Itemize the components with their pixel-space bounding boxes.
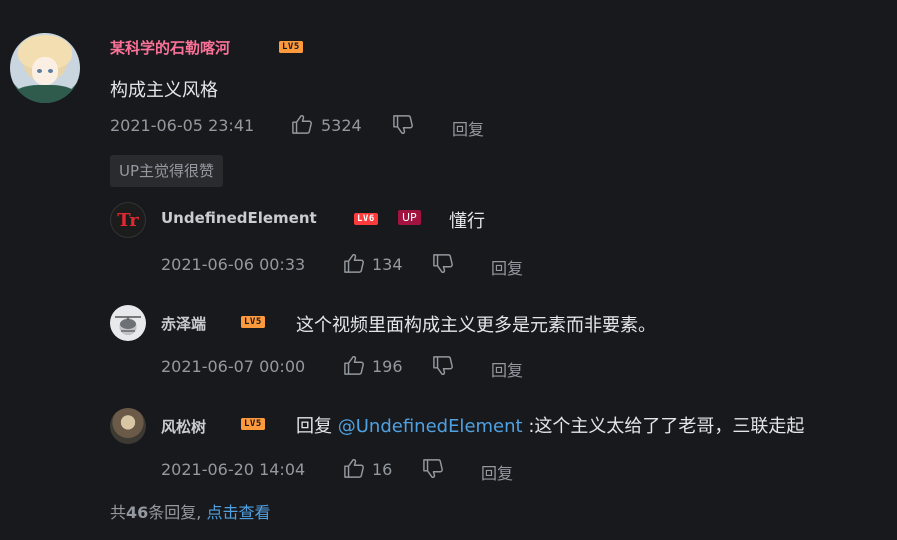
reply-date: 2021-06-06 00:33 (161, 255, 306, 274)
view-more-link[interactable]: 点击查看 (206, 503, 270, 522)
level-badge: LV5 (279, 41, 303, 53)
reply-username[interactable]: 风松树 (161, 416, 206, 437)
total-count: 46 (126, 503, 149, 522)
thumbs-up-icon[interactable] (343, 458, 365, 478)
like-count: 5324 (321, 116, 362, 135)
username[interactable]: 某科学的石勒喀河 (110, 37, 230, 58)
thumbs-up-icon[interactable] (343, 253, 365, 273)
like-count: 16 (372, 460, 393, 479)
reply-date: 2021-06-07 00:00 (161, 357, 306, 376)
thumbs-up-icon[interactable] (343, 355, 365, 375)
up-liked-tag: UP主觉得很赞 (110, 155, 224, 187)
reply-button[interactable]: 回复 (481, 460, 513, 484)
comment-text: 构成主义风格 (110, 80, 218, 101)
reply-text: 回复 @UndefinedElement :这个主义太给了了老哥，三联走起 (296, 412, 804, 438)
thumbs-down-icon[interactable] (432, 356, 454, 376)
like-count: 196 (372, 357, 403, 376)
reply-button[interactable]: 回复 (452, 116, 484, 140)
helicopter-icon (115, 316, 141, 332)
mention-link[interactable]: @UndefinedElement (338, 416, 523, 437)
level-badge: LV5 (241, 418, 265, 430)
reply-username[interactable]: 赤泽端 (161, 313, 206, 334)
reply-button[interactable]: 回复 (491, 255, 523, 279)
like-count: 134 (372, 255, 403, 274)
reply-body: :这个主义太给了了老哥，三联走起 (522, 416, 805, 437)
reply-total: 共46条回复, 点击查看 (110, 499, 270, 523)
reply-text: 这个视频里面构成主义更多是元素而非要素。 (296, 315, 656, 336)
thumbs-down-icon[interactable] (432, 254, 454, 274)
reply-avatar[interactable]: Tr (110, 202, 146, 238)
reply-prefix: 回复 (296, 416, 338, 437)
reply-text: 懂行 (449, 211, 485, 232)
reply-avatar[interactable] (110, 408, 146, 444)
reply-avatar[interactable] (110, 305, 146, 341)
reply-username[interactable]: UndefinedElement (161, 209, 317, 227)
comment-date: 2021-06-05 23:41 (110, 116, 255, 135)
thumbs-down-icon[interactable] (422, 459, 444, 479)
reply-button[interactable]: 回复 (491, 357, 523, 381)
total-suffix: 条回复, (148, 503, 202, 522)
reply-date: 2021-06-20 14:04 (161, 460, 306, 479)
user-avatar[interactable] (10, 33, 80, 103)
thumbs-up-icon[interactable] (291, 114, 313, 134)
total-prefix: 共 (110, 503, 127, 522)
up-badge: UP (398, 210, 421, 225)
level-badge: LV6 (354, 213, 378, 225)
thumbs-down-icon[interactable] (392, 115, 414, 135)
level-badge: LV5 (241, 316, 265, 328)
